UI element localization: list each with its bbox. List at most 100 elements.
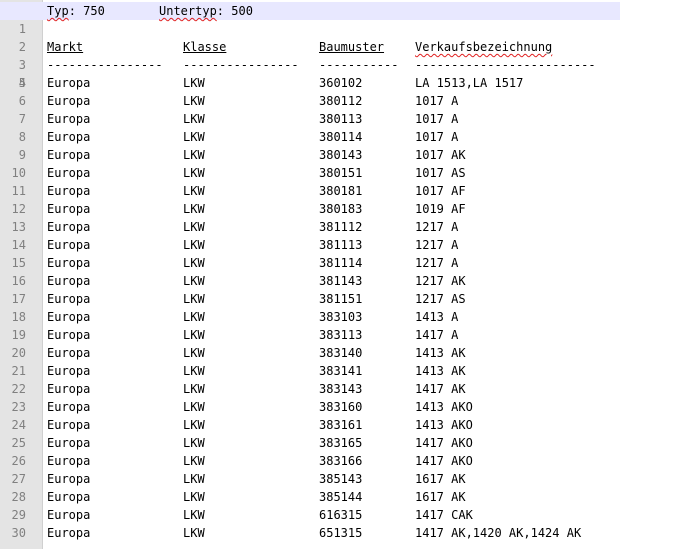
cell-klasse: LKW (183, 346, 205, 360)
line-number: 27 (11, 472, 26, 486)
table-row[interactable]: 18 Europa LKW 383103 1413 A (0, 308, 685, 326)
column-header-baumuster: Baumuster (319, 40, 385, 54)
cell-markt: Europa (47, 346, 91, 360)
table-row[interactable]: 9 Europa LKW 380143 1017 AK (0, 146, 685, 164)
cell-verkaufsbezeichnung: 1413 AKO (415, 400, 473, 414)
table-row[interactable]: 5 Europa LKW 360102 LA 1513,LA 1517 (0, 74, 685, 92)
cell-markt: Europa (47, 130, 91, 144)
line-number: 15 (11, 256, 26, 270)
table-row[interactable]: 17 Europa LKW 381151 1217 AS (0, 290, 685, 308)
cell-verkaufsbezeichnung: 1417 AK,1420 AK,1424 AK (415, 526, 582, 540)
line-number: 30 (11, 526, 26, 540)
table-row[interactable]: 10 Europa LKW 380151 1017 AS (0, 164, 685, 182)
table-row[interactable]: 19 Europa LKW 383113 1417 A (0, 326, 685, 344)
cell-baumuster: 380151 (319, 166, 363, 180)
table-row[interactable]: 23 Europa LKW 383160 1413 AKO (0, 398, 685, 416)
table-row[interactable]: 20 Europa LKW 383140 1413 AK (0, 344, 685, 362)
table-row[interactable]: 29 Europa LKW 616315 1417 CAK (0, 506, 685, 524)
table-row[interactable]: 6 Europa LKW 380112 1017 A (0, 92, 685, 110)
cell-klasse: LKW (183, 94, 205, 108)
editor-line-4[interactable]: 4 ---------------- ---------------- ----… (0, 56, 685, 90)
table-row[interactable]: 28 Europa LKW 385144 1617 AK (0, 488, 685, 506)
cell-verkaufsbezeichnung: 1417 AK (415, 382, 466, 396)
cell-verkaufsbezeichnung: 1017 A (415, 130, 459, 144)
cell-klasse: LKW (183, 418, 205, 432)
cell-verkaufsbezeichnung: 1017 A (415, 94, 459, 108)
column-header-verkaufsbezeichnung: Verkaufsbezeichnung (415, 40, 553, 54)
cell-verkaufsbezeichnung: 1017 AK (415, 148, 466, 162)
cell-klasse: LKW (183, 238, 205, 252)
table-row[interactable]: 12 Europa LKW 380183 1019 AF (0, 200, 685, 218)
editor-line-3[interactable]: 3 Markt Klasse Baumuster Verkaufsbezeich… (0, 38, 685, 72)
table-row[interactable]: 22 Europa LKW 383143 1417 AK (0, 380, 685, 398)
cell-baumuster: 380143 (319, 148, 363, 162)
line-number: 9 (18, 148, 26, 162)
cell-verkaufsbezeichnung: 1217 AK (415, 274, 466, 288)
table-row[interactable]: 26 Europa LKW 383166 1417 AKO (0, 452, 685, 470)
table-row[interactable]: 13 Europa LKW 381112 1217 A (0, 218, 685, 236)
cell-baumuster: 380114 (319, 130, 363, 144)
editor-lines[interactable]: 1 Typ: 750 Untertyp: 500 2 3 Markt Klass… (0, 2, 685, 542)
cell-baumuster: 381112 (319, 220, 363, 234)
cell-verkaufsbezeichnung: 1417 AKO (415, 436, 473, 450)
table-row[interactable]: 14 Europa LKW 381113 1217 A (0, 236, 685, 254)
line-number: 5 (18, 76, 26, 90)
cell-markt: Europa (47, 382, 91, 396)
separator-markt: ---------------- (47, 58, 163, 72)
cell-klasse: LKW (183, 454, 205, 468)
cell-markt: Europa (47, 436, 91, 450)
cell-markt: Europa (47, 94, 91, 108)
cell-baumuster: 385143 (319, 472, 363, 486)
cell-verkaufsbezeichnung: 1417 AKO (415, 454, 473, 468)
table-row[interactable]: 16 Europa LKW 381143 1217 AK (0, 272, 685, 290)
line-number: 26 (11, 454, 26, 468)
cell-klasse: LKW (183, 508, 205, 522)
line-number: 13 (11, 220, 26, 234)
column-header-markt: Markt (47, 40, 84, 54)
cell-markt: Europa (47, 526, 91, 540)
table-row[interactable]: 24 Europa LKW 383161 1413 AKO (0, 416, 685, 434)
line-number: 8 (18, 130, 26, 144)
cell-klasse: LKW (183, 328, 205, 342)
line-number: 7 (18, 112, 26, 126)
cell-baumuster: 381113 (319, 238, 363, 252)
cell-verkaufsbezeichnung: 1217 A (415, 238, 459, 252)
table-row[interactable]: 7 Europa LKW 380113 1017 A (0, 110, 685, 128)
cell-klasse: LKW (183, 76, 205, 90)
table-row[interactable]: 25 Europa LKW 383165 1417 AKO (0, 434, 685, 452)
cell-markt: Europa (47, 292, 91, 306)
line-number: 29 (11, 508, 26, 522)
line-number: 22 (11, 382, 26, 396)
cell-verkaufsbezeichnung: LA 1513,LA 1517 (415, 76, 524, 90)
table-row[interactable]: 15 Europa LKW 381114 1217 A (0, 254, 685, 272)
line-number: 14 (11, 238, 26, 252)
editor-line-1[interactable]: 1 Typ: 750 Untertyp: 500 (0, 2, 620, 36)
table-row[interactable]: 27 Europa LKW 385143 1617 AK (0, 470, 685, 488)
separator-baumuster: ----------- (319, 58, 399, 72)
cell-verkaufsbezeichnung: 1217 A (415, 220, 459, 234)
cell-klasse: LKW (183, 472, 205, 486)
line-number: 16 (11, 274, 26, 288)
cell-markt: Europa (47, 184, 91, 198)
cell-baumuster: 380181 (319, 184, 363, 198)
line-number: 21 (11, 364, 26, 378)
cell-baumuster: 380113 (319, 112, 363, 126)
text-editor[interactable]: 1 Typ: 750 Untertyp: 500 2 3 Markt Klass… (0, 0, 685, 549)
table-row[interactable]: 30 Europa LKW 651315 1417 AK,1420 AK,1424 AK (0, 524, 685, 542)
cell-klasse: LKW (183, 292, 205, 306)
cell-klasse: LKW (183, 220, 205, 234)
cell-verkaufsbezeichnung: 1217 AS (415, 292, 466, 306)
cell-markt: Europa (47, 310, 91, 324)
editor-line-2[interactable]: 2 (0, 20, 685, 54)
cell-baumuster: 383140 (319, 346, 363, 360)
cell-baumuster: 383165 (319, 436, 363, 450)
cell-klasse: LKW (183, 148, 205, 162)
table-row[interactable]: 8 Europa LKW 380114 1017 A (0, 128, 685, 146)
table-row[interactable]: 11 Europa LKW 380181 1017 AF (0, 182, 685, 200)
cell-klasse: LKW (183, 166, 205, 180)
line-number: 18 (11, 310, 26, 324)
table-row[interactable]: 21 Europa LKW 383141 1413 AK (0, 362, 685, 380)
cell-verkaufsbezeichnung: 1217 A (415, 256, 459, 270)
cell-baumuster: 380183 (319, 202, 363, 216)
line-number: 28 (11, 490, 26, 504)
